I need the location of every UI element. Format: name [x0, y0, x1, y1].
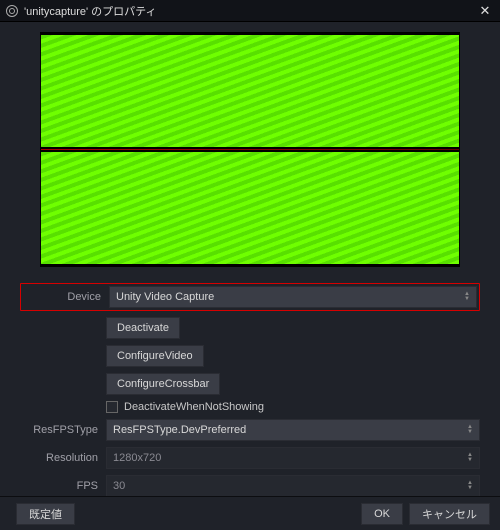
fps-value: 30 — [113, 480, 125, 492]
window-title: 'unitycapture' のプロパティ — [24, 3, 476, 19]
resolution-select[interactable]: 1280x720 ▲▼ — [106, 447, 480, 469]
chevron-updown-icon: ▲▼ — [467, 425, 473, 435]
chevron-updown-icon: ▲▼ — [467, 481, 473, 491]
chevron-updown-icon: ▲▼ — [464, 292, 470, 302]
preview-area — [0, 22, 500, 279]
resolution-value: 1280x720 — [113, 452, 161, 464]
fps-label: FPS — [20, 480, 106, 492]
device-row-highlight: Device Unity Video Capture ▲▼ — [20, 283, 480, 311]
titlebar: 'unitycapture' のプロパティ ✕ — [0, 0, 500, 22]
resfpstype-label: ResFPSType — [20, 424, 106, 436]
configure-video-button[interactable]: ConfigureVideo — [106, 345, 204, 367]
properties-form: Device Unity Video Capture ▲▼ Deactivate… — [0, 279, 500, 525]
ok-button[interactable]: OK — [361, 503, 403, 525]
capture-preview — [40, 32, 460, 267]
resfpstype-select[interactable]: ResFPSType.DevPreferred ▲▼ — [106, 419, 480, 441]
chevron-updown-icon: ▲▼ — [467, 453, 473, 463]
fps-select[interactable]: 30 ▲▼ — [106, 475, 480, 497]
defaults-button[interactable]: 既定値 — [16, 503, 75, 525]
obs-icon — [6, 5, 18, 17]
configure-crossbar-button[interactable]: ConfigureCrossbar — [106, 373, 220, 395]
cancel-button[interactable]: キャンセル — [409, 503, 490, 525]
resfpstype-value: ResFPSType.DevPreferred — [113, 424, 246, 436]
resolution-label: Resolution — [20, 452, 106, 464]
device-value: Unity Video Capture — [116, 291, 214, 303]
deactivate-when-not-showing-label: DeactivateWhenNotShowing — [124, 401, 264, 413]
device-label: Device — [23, 291, 109, 303]
device-select[interactable]: Unity Video Capture ▲▼ — [109, 286, 477, 308]
deactivate-button[interactable]: Deactivate — [106, 317, 180, 339]
deactivate-when-not-showing-checkbox[interactable] — [106, 401, 118, 413]
close-icon[interactable]: ✕ — [476, 3, 494, 19]
dialog-footer: 既定値 OK キャンセル — [0, 496, 500, 530]
